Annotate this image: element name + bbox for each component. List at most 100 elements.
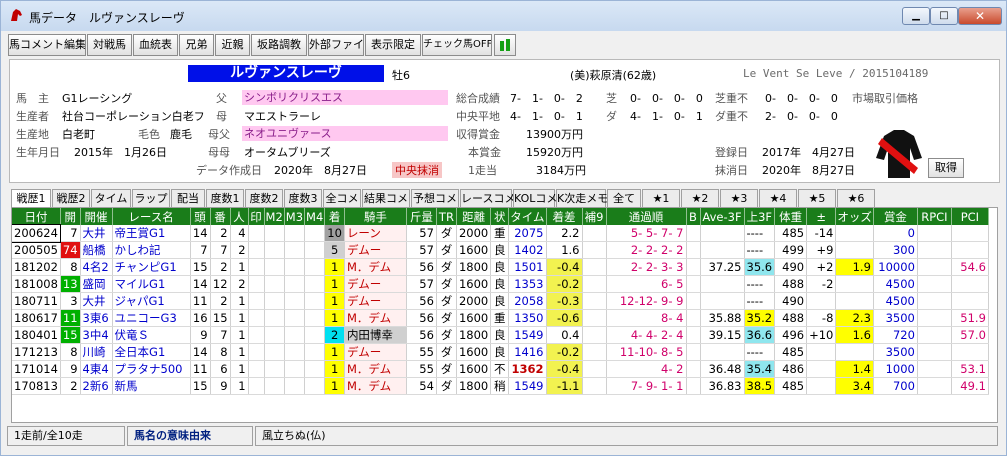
damdam[interactable]: オータムブリーズ (244, 144, 331, 160)
tab-7[interactable]: 度数2 (245, 189, 283, 207)
table-row[interactable]: 180401 15 3中4 伏竜Ｓ 9 7 1 2 内田博幸 56 ダ 1800 良 1549 0.4 4- … (12, 326, 989, 344)
table-cell (264, 326, 285, 344)
column-header[interactable]: 頭 (190, 208, 211, 225)
column-header[interactable]: 印 (248, 208, 265, 225)
table-cell: 181008 (12, 275, 61, 293)
column-header[interactable]: M4 (304, 208, 326, 225)
column-header[interactable]: 開 (60, 208, 81, 225)
column-header[interactable]: 斤量 (406, 208, 437, 225)
table-row[interactable]: 200624 7 大井 帝王賞G1 14 2 4 10 レーン 57 ダ 2000 重 2075 2.2 5-… (12, 224, 989, 243)
column-header[interactable]: PCI (951, 208, 989, 225)
minimize-button[interactable]: ▁ (902, 7, 930, 25)
column-header[interactable]: タイム (508, 208, 547, 225)
turf-label: 芝 (606, 92, 617, 105)
tab-2[interactable]: 戦歴2 (52, 189, 90, 207)
table-row[interactable]: 200505 74 船橋 かしわ記 7 7 2 5 デムー 57 ダ 1600 良 1402 1.6 2- 2… (12, 241, 989, 259)
column-header[interactable]: 賞金 (873, 208, 918, 225)
column-header[interactable]: 着 (324, 208, 345, 225)
table-cell (304, 275, 326, 293)
title-bar[interactable]: 馬データ ルヴァンスレーヴ ▁ □ ✕ (1, 1, 1006, 31)
column-header[interactable]: 人 (230, 208, 249, 225)
column-header[interactable]: ± (806, 208, 837, 225)
table-cell (582, 241, 607, 259)
column-header[interactable]: TR (436, 208, 457, 225)
column-header[interactable]: オッズ (835, 208, 874, 225)
table-row[interactable]: 180711 3 大井 ジャパG1 11 2 1 1 デムー 56 ダ 2000 良 2058 -0.3 12… (12, 292, 989, 310)
table-cell: 2 (210, 292, 231, 310)
siblings-button[interactable]: 兄弟 (179, 34, 214, 56)
column-header[interactable]: 通過順 (606, 208, 687, 225)
per-run: 3184万円 (536, 164, 586, 177)
table-cell: 2 (210, 258, 231, 276)
table-row[interactable]: 171014 9 4東4 プラタナ500 11 6 1 1 M．デム 55 ダ 1600 不 1362 -0… (12, 360, 989, 378)
display-limit-button[interactable]: 表示限定 (365, 34, 421, 56)
tab-17[interactable]: ★2 (681, 189, 719, 207)
column-header[interactable]: 距離 (456, 208, 492, 225)
table-cell: -8 (806, 309, 837, 327)
tab-19[interactable]: ★4 (759, 189, 797, 207)
tab-9[interactable]: 全コメ (323, 189, 361, 207)
tab-15[interactable]: 全て (607, 189, 641, 207)
column-header[interactable]: 開催 (80, 208, 113, 225)
pedigree-button[interactable]: 血統表 (133, 34, 178, 56)
column-header[interactable]: M3 (284, 208, 306, 225)
tab-16[interactable]: ★1 (642, 189, 680, 207)
column-header[interactable]: Ave-3F (700, 208, 745, 225)
table-cell (917, 326, 952, 344)
tab-12[interactable]: レースコメ (460, 189, 515, 207)
relatives-button[interactable]: 近親 (215, 34, 250, 56)
column-header[interactable]: 体重 (774, 208, 808, 225)
table-cell: 485 (774, 225, 808, 242)
damsire[interactable]: ネオユニヴァース (242, 126, 448, 141)
column-header[interactable]: 状 (490, 208, 510, 225)
table-cell: +10 (806, 326, 837, 344)
table-row[interactable]: 180617 11 3東6 ユニコーG3 16 15 1 1 M．デム 56 ダ 1600 重 1350-… (12, 309, 989, 327)
dam[interactable]: マエストラーレ (244, 108, 321, 124)
table-row[interactable]: 181202 8 4名2 チャンピG1 15 2 1 1 M．デム 56 ダ 1800 良 1501 -0.… (12, 258, 989, 276)
sire[interactable]: シンボリクリスエス (242, 90, 448, 105)
race-history-grid[interactable]: 日付開開催 レース名頭番人印 M2 M3 M4 着騎手 斤量 TR 距離状タイム 着差 補9 通過順 B… (11, 207, 998, 423)
table-row[interactable]: 170813 2 2新6 新馬 15 9 1 1 M．デム 54 ダ 1800 稍 1549 -1.1 7- … (12, 377, 989, 395)
table-cell: 1.4 (835, 360, 874, 378)
table-cell: ジャパG1 (112, 292, 191, 310)
get-button[interactable]: 取得 (928, 158, 964, 178)
opponents-button[interactable]: 対戦馬 (87, 34, 132, 56)
tab-11[interactable]: 予想コメ (411, 189, 459, 207)
tab-1[interactable]: 戦歴1 (11, 189, 51, 208)
tab-14[interactable]: K次走メモ (556, 189, 608, 207)
green-bar-icon[interactable] (494, 34, 516, 56)
table-row[interactable]: 181008 13 盛岡 マイルG1 14 12 2 1 デムー 57 ダ 1600 良 1353 -0.2… (12, 275, 989, 293)
column-header[interactable]: レース名 (112, 208, 191, 225)
maximize-button[interactable]: □ (930, 7, 958, 25)
tab-8[interactable]: 度数3 (284, 189, 322, 207)
column-header[interactable]: B (686, 208, 701, 225)
tab-18[interactable]: ★3 (720, 189, 758, 207)
column-header[interactable]: M2 (264, 208, 285, 225)
column-header[interactable]: 補9 (582, 208, 607, 225)
slope-training-button[interactable]: 坂路調教 (251, 34, 307, 56)
table-cell (917, 360, 952, 378)
tab-3[interactable]: タイム (91, 189, 131, 207)
column-header[interactable]: 日付 (12, 208, 61, 225)
table-cell: 4500 (873, 292, 918, 310)
tab-20[interactable]: ★5 (798, 189, 836, 207)
tab-4[interactable]: ラップ (132, 189, 170, 207)
tab-13[interactable]: KOLコメ (513, 189, 557, 207)
horse-comment-edit-button[interactable]: 馬コメント編集 (8, 34, 86, 56)
tab-10[interactable]: 結果コメ (362, 189, 410, 207)
column-header[interactable]: 上3F (744, 208, 776, 225)
check-horse-off-button[interactable]: チェック馬OFF (422, 34, 492, 56)
tab-5[interactable]: 配当 (171, 189, 205, 207)
column-header[interactable]: RPCI (917, 208, 952, 225)
tab-21[interactable]: ★6 (837, 189, 875, 207)
tab-6[interactable]: 度数1 (206, 189, 244, 207)
table-cell: 200505 (12, 241, 61, 259)
column-header[interactable]: 着差 (546, 208, 583, 225)
column-header[interactable]: 番 (210, 208, 231, 225)
table-cell: 1600 (456, 275, 492, 293)
external-file-button[interactable]: 外部ファイル (308, 34, 364, 56)
column-header[interactable]: 騎手 (344, 208, 407, 225)
table-cell: 7 (190, 241, 211, 259)
close-button[interactable]: ✕ (958, 7, 1002, 25)
table-row[interactable]: 171213 8 川崎 全日本G1 14 8 1 1 デムー 55 ダ 1600 良 1416 -0.2 11… (12, 343, 989, 361)
